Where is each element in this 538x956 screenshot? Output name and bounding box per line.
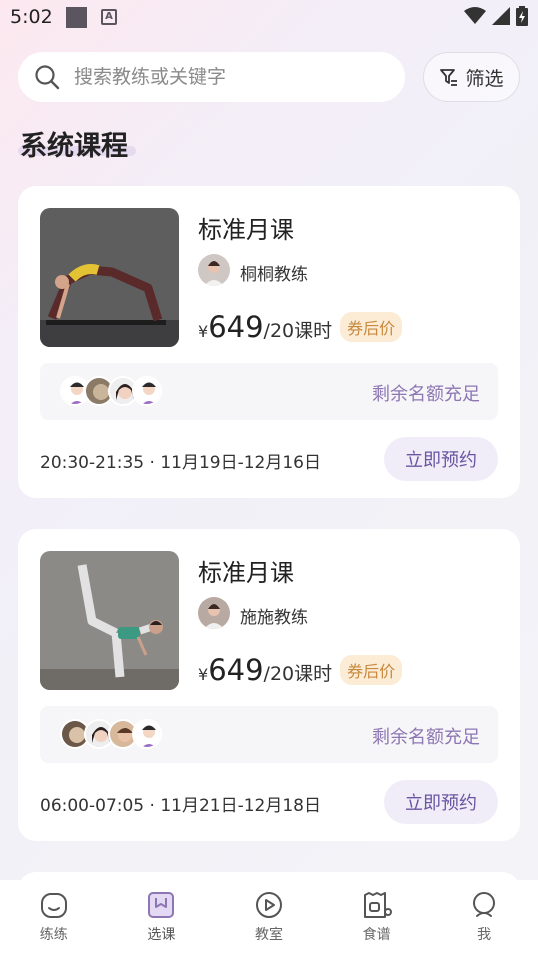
coach-name: 施施教练 — [240, 608, 308, 628]
coach-avatar[interactable] — [198, 597, 230, 629]
price-currency: ¥ — [198, 665, 209, 684]
attendee-bar: 剩余名额充足 — [40, 706, 498, 763]
tab-profile[interactable]: 我 — [430, 880, 538, 956]
signal-icon — [492, 7, 510, 25]
profile-icon — [473, 892, 496, 917]
course-select-icon — [148, 892, 175, 918]
tab-label: 食谱 — [362, 927, 391, 943]
tab-label: 教室 — [254, 927, 283, 943]
course-schedule: 20:30-21:35 · 11月19日-12月16日 — [40, 453, 321, 473]
search-bar[interactable] — [18, 52, 405, 102]
book-now-button[interactable]: 立即预约 — [384, 780, 498, 824]
attendee-avatars — [60, 719, 162, 749]
search-icon — [35, 65, 60, 90]
course-schedule: 06:00-07:05 · 11月21日-12月18日 — [40, 796, 321, 816]
coach-name: 桐桐教练 — [240, 265, 308, 285]
tab-classroom[interactable]: 教室 — [215, 880, 323, 956]
price-unit: /20课时 — [263, 663, 333, 685]
attendee-avatar — [132, 376, 162, 406]
classroom-play-icon — [255, 892, 282, 918]
course-title: 标准月课 — [198, 559, 294, 587]
coach-avatar[interactable] — [198, 254, 230, 286]
price-value: 649 — [208, 653, 264, 687]
keyboard-notification-icon: A — [101, 9, 117, 25]
search-input[interactable] — [74, 66, 374, 88]
attendee-avatars — [60, 376, 162, 406]
course-card[interactable]: 标准月课 桐桐教练 ¥ 649 /20课时 券后价 剩余名额充足 20:30-2… — [18, 186, 520, 498]
filter-label: 筛选 — [465, 67, 504, 90]
course-title: 标准月课 — [198, 216, 294, 244]
tab-practice[interactable]: 练练 — [0, 880, 108, 956]
tab-course-select[interactable]: 选课 — [108, 880, 216, 956]
bottom-tab-bar: 练练 选课 教室 食谱 我 — [0, 880, 538, 956]
section-title: 系统课程 — [20, 131, 128, 162]
filter-icon — [440, 69, 458, 86]
course-thumbnail[interactable] — [40, 208, 179, 347]
tab-recipe[interactable]: 食谱 — [323, 880, 431, 956]
recipe-icon — [363, 892, 392, 918]
seats-status: 剩余名额充足 — [372, 384, 480, 405]
notification-icon — [66, 7, 87, 28]
status-bar: 5:02 A — [0, 0, 538, 36]
wifi-icon — [464, 7, 486, 24]
course-thumbnail[interactable] — [40, 551, 179, 690]
tab-label: 选课 — [147, 927, 176, 943]
attendee-avatar — [132, 719, 162, 749]
discount-badge: 券后价 — [340, 312, 403, 342]
course-card[interactable]: 标准月课 施施教练 ¥ 649 /20课时 券后价 剩余名额充足 06:00-0… — [18, 529, 520, 841]
tab-label: 我 — [477, 927, 492, 943]
price-value: 649 — [208, 310, 264, 344]
attendee-bar: 剩余名额充足 — [40, 363, 498, 420]
status-time: 5:02 — [10, 6, 53, 28]
tab-label: 练练 — [39, 927, 68, 943]
practice-icon — [40, 893, 67, 918]
price-row: ¥ 649 /20课时 券后价 — [198, 310, 403, 344]
price-currency: ¥ — [198, 322, 209, 341]
battery-icon — [516, 6, 528, 26]
book-now-button[interactable]: 立即预约 — [384, 437, 498, 481]
price-row: ¥ 649 /20课时 券后价 — [198, 653, 403, 687]
price-unit: /20课时 — [263, 320, 333, 342]
discount-badge: 券后价 — [340, 655, 403, 685]
filter-button[interactable]: 筛选 — [423, 52, 520, 102]
seats-status: 剩余名额充足 — [372, 727, 480, 748]
